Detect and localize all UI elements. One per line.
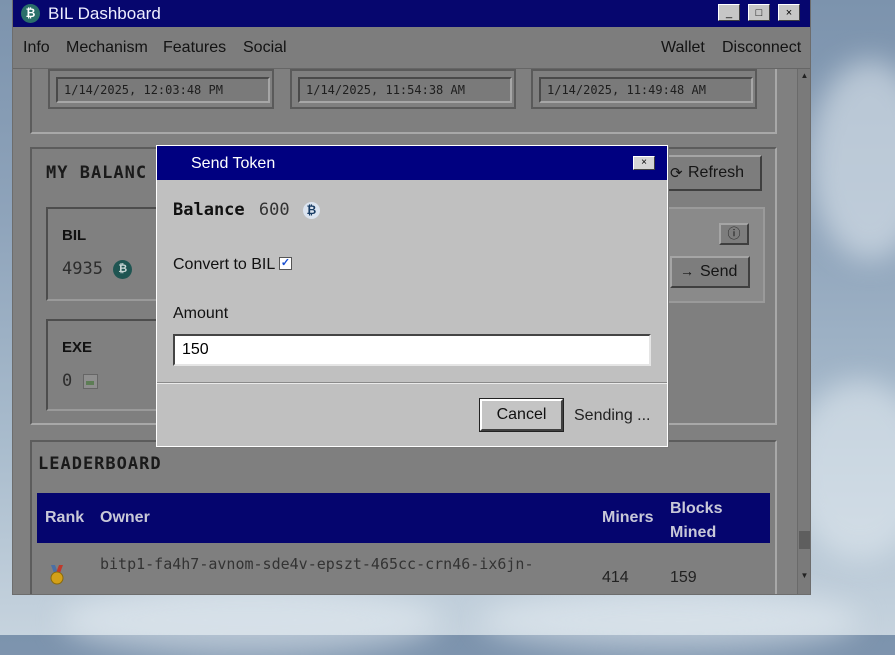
background-cloud bbox=[480, 590, 860, 650]
menu-social[interactable]: Social bbox=[243, 39, 287, 57]
scroll-up-arrow-icon[interactable]: ▲ bbox=[798, 69, 810, 83]
dialog-close-button[interactable]: × bbox=[633, 156, 655, 170]
balance-value: 600 bbox=[258, 200, 290, 220]
timestamp-card: 1/14/2025, 11:54:38 AM bbox=[290, 69, 516, 109]
token-card-exe: EXE 0 bbox=[46, 319, 162, 411]
dialog-title: Send Token bbox=[191, 155, 276, 172]
table-row[interactable]: bitp1-fa4h7-avnom-sde4v-epszt-465cc-crn4… bbox=[37, 547, 770, 594]
maximize-button[interactable]: □ bbox=[748, 4, 770, 21]
menu-wallet[interactable]: Wallet bbox=[661, 39, 705, 57]
timestamp-card: 1/14/2025, 12:03:48 PM bbox=[48, 69, 274, 109]
miners-count: 414 bbox=[602, 569, 629, 586]
bil-logo-icon: ₿ bbox=[21, 4, 40, 23]
timestamp-field: 1/14/2025, 12:03:48 PM bbox=[56, 77, 270, 103]
owner-address: bitp1-fa4h7-avnom-sde4v-epszt-465cc-crn4… bbox=[100, 555, 534, 573]
token-name: BIL bbox=[62, 227, 87, 244]
column-owner[interactable]: Owner bbox=[100, 509, 150, 527]
timestamp-field: 1/14/2025, 11:49:48 AM bbox=[539, 77, 753, 103]
token-name: EXE bbox=[62, 339, 93, 356]
refresh-button[interactable]: ⟳ Refresh bbox=[662, 155, 762, 191]
sending-status: Sending ... bbox=[574, 407, 651, 424]
menu-features[interactable]: Features bbox=[163, 39, 226, 57]
background-cloud bbox=[810, 60, 895, 260]
column-blocks-mined[interactable]: Blocks Mined bbox=[670, 497, 722, 545]
dialog-balance: Balance 600 ₿ bbox=[173, 200, 320, 220]
column-rank[interactable]: Rank bbox=[45, 509, 84, 527]
medal-icon bbox=[49, 565, 65, 585]
broken-image-icon bbox=[82, 373, 98, 389]
scroll-thumb[interactable] bbox=[799, 531, 810, 549]
token-send-card: ⓘ → Send bbox=[662, 207, 765, 303]
send-token-dialog: Send Token × Balance 600 ₿ Convert to BI… bbox=[156, 145, 668, 447]
column-miners[interactable]: Miners bbox=[602, 509, 654, 527]
token-amount: 4935 ₿ bbox=[62, 259, 133, 279]
timestamp-card: 1/14/2025, 11:49:48 AM bbox=[531, 69, 757, 109]
column-blocks-line1: Blocks bbox=[670, 500, 723, 517]
balances-title: MY BALANC bbox=[46, 163, 148, 183]
vertical-scrollbar[interactable]: ▲ ▼ bbox=[797, 69, 810, 594]
close-window-button[interactable]: × bbox=[778, 4, 800, 21]
convert-checkbox[interactable]: ✓ bbox=[279, 257, 292, 270]
background-cloud bbox=[60, 585, 440, 655]
minimize-button[interactable]: _ bbox=[718, 4, 740, 21]
bil-coin-icon: ₿ bbox=[302, 201, 320, 219]
menu-bar: Info Mechanism Features Social Wallet Di… bbox=[13, 27, 810, 69]
blocks-mined-count: 159 bbox=[670, 569, 697, 586]
leaderboard-header: Rank Owner Miners Blocks Mined bbox=[37, 493, 770, 543]
send-label: Send bbox=[700, 263, 738, 280]
refresh-label: Refresh bbox=[688, 164, 745, 181]
column-blocks-line2: Mined bbox=[670, 524, 717, 541]
token-amount-value: 4935 bbox=[62, 259, 103, 279]
send-button[interactable]: → Send bbox=[670, 256, 750, 288]
timestamp-field: 1/14/2025, 11:54:38 AM bbox=[298, 77, 512, 103]
menu-mechanism[interactable]: Mechanism bbox=[66, 39, 148, 57]
amount-input[interactable]: 150 bbox=[173, 334, 651, 366]
scroll-down-arrow-icon[interactable]: ▼ bbox=[798, 569, 810, 583]
cancel-button[interactable]: Cancel bbox=[480, 399, 563, 431]
token-card-bil: BIL 4935 ₿ bbox=[46, 207, 162, 301]
balance-label: Balance bbox=[173, 200, 245, 220]
title-bar: ₿ BIL Dashboard _ □ × bbox=[13, 0, 810, 27]
menu-info[interactable]: Info bbox=[23, 39, 50, 57]
convert-label: Convert to BIL bbox=[173, 256, 276, 273]
token-amount-value: 0 bbox=[62, 371, 73, 391]
leaderboard-title: LEADERBOARD bbox=[38, 454, 162, 474]
token-info-button[interactable]: ⓘ bbox=[719, 223, 749, 245]
bil-coin-icon: ₿ bbox=[113, 259, 133, 279]
menu-disconnect[interactable]: Disconnect bbox=[722, 39, 801, 57]
timestamps-panel: 1/14/2025, 12:03:48 PM 1/14/2025, 11:54:… bbox=[30, 69, 777, 134]
amount-label: Amount bbox=[173, 305, 229, 322]
dialog-title-bar: Send Token × bbox=[157, 146, 667, 180]
token-amount: 0 bbox=[62, 371, 98, 391]
arrow-right-icon: → bbox=[680, 263, 694, 279]
window-title: BIL Dashboard bbox=[48, 4, 161, 23]
refresh-icon: ⟳ bbox=[670, 165, 683, 182]
dialog-divider bbox=[157, 382, 667, 384]
